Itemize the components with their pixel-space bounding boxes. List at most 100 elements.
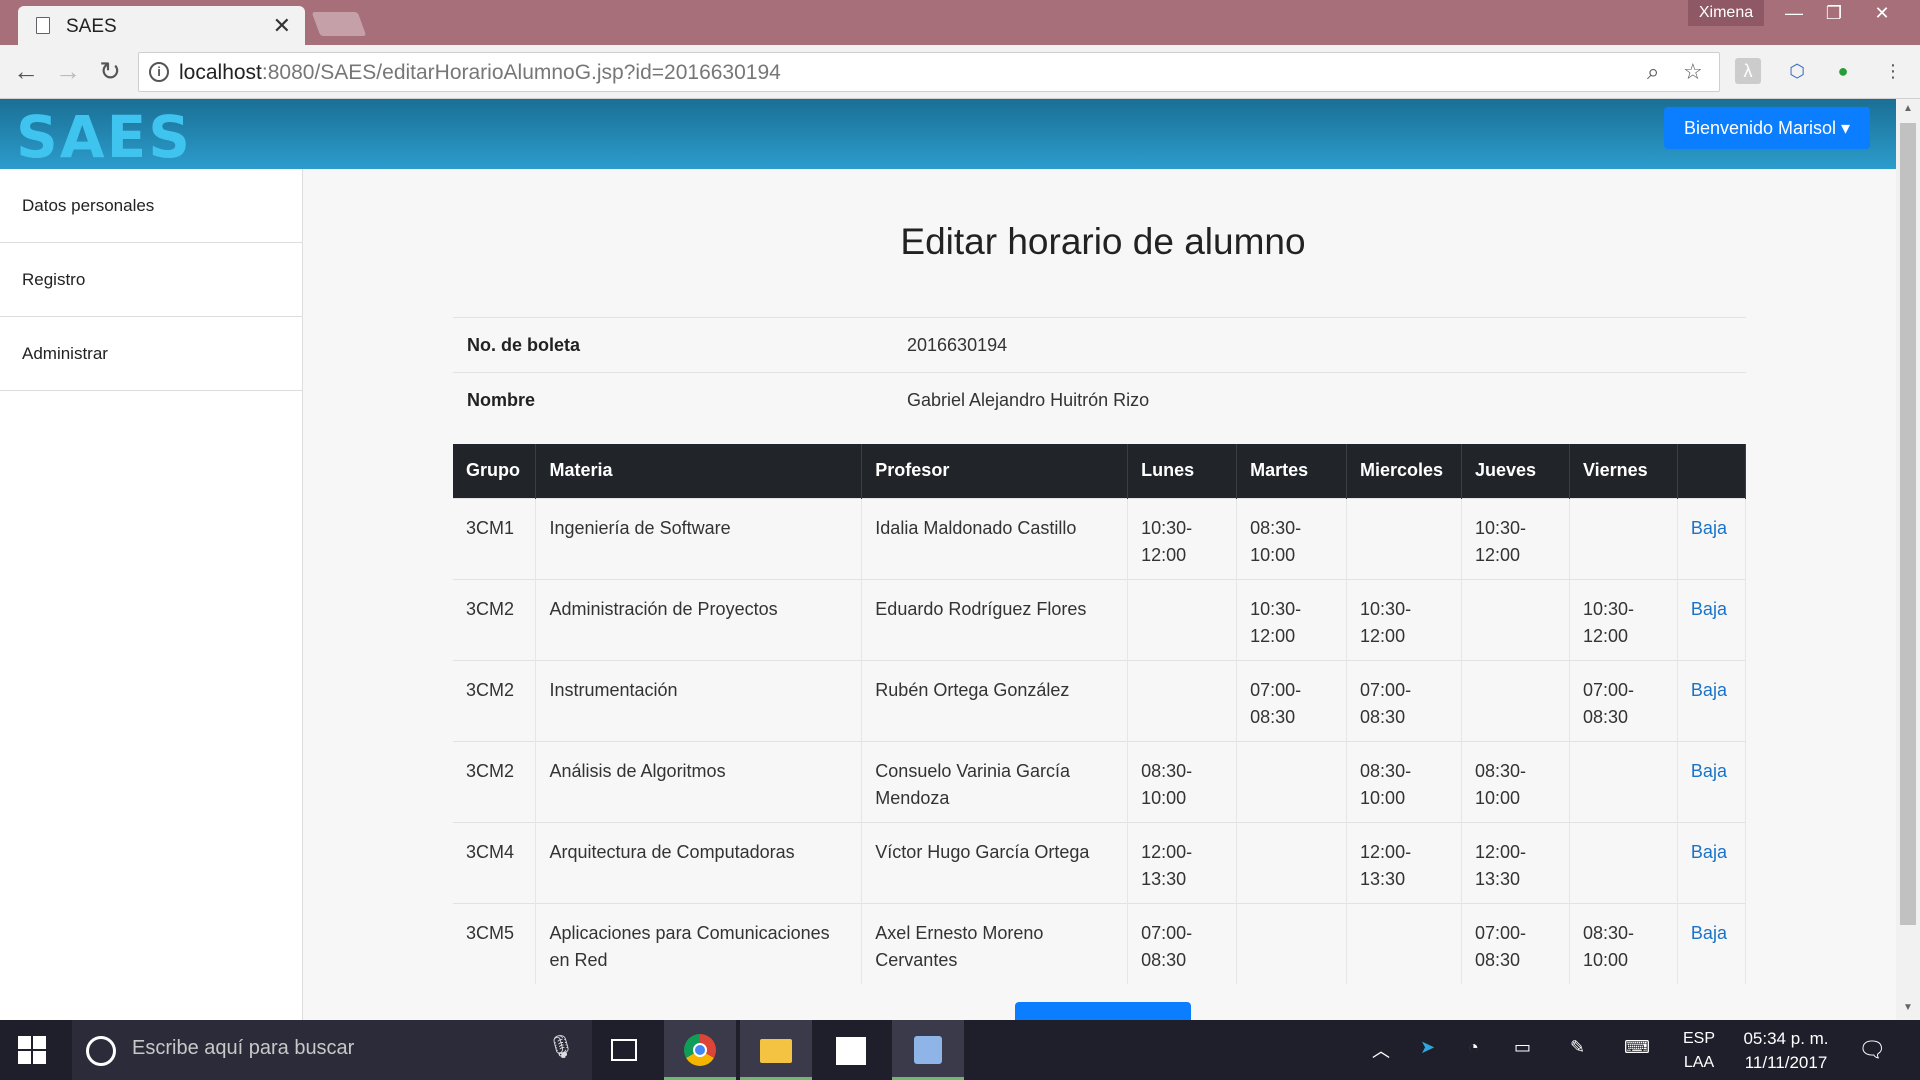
cell-materia: Ingeniería de Software bbox=[535, 497, 863, 579]
cell-jueves: 08:30- 10:00 bbox=[1461, 740, 1570, 822]
cell-martes bbox=[1236, 740, 1348, 822]
microphone-icon[interactable]: 🎙 bbox=[547, 1034, 575, 1060]
close-tab-icon[interactable]: ✕ bbox=[273, 13, 291, 39]
info-row: Nombre Gabriel Alejandro Huitrón Rizo bbox=[453, 372, 1746, 428]
pen-icon[interactable]: ✎ bbox=[1570, 1037, 1585, 1058]
lambda-extension-icon[interactable]: λ bbox=[1735, 58, 1761, 84]
windows-start-icon[interactable] bbox=[18, 1036, 46, 1064]
main-content: Editar horario de alumno No. de boleta 2… bbox=[303, 169, 1896, 1020]
taskbar-search-box[interactable]: Escribe aquí para buscar 🎙 bbox=[72, 1020, 592, 1080]
sidebar-item-datos-personales[interactable]: Datos personales bbox=[0, 169, 302, 243]
forward-icon[interactable]: → bbox=[50, 53, 86, 89]
scroll-up-icon[interactable]: ▲ bbox=[1896, 103, 1920, 114]
col-accion bbox=[1677, 444, 1747, 498]
cell-miercoles: 07:00- 08:30 bbox=[1346, 659, 1462, 741]
colors-extension-icon[interactable]: ● bbox=[1830, 58, 1856, 84]
menu-icon[interactable]: ⋮ bbox=[1880, 58, 1906, 84]
site-info-icon[interactable]: i bbox=[149, 62, 169, 82]
cell-grupo: 3CM4 bbox=[453, 821, 537, 903]
url-host: localhost bbox=[179, 61, 262, 84]
baja-link[interactable]: Baja bbox=[1677, 740, 1747, 822]
file-explorer-icon[interactable] bbox=[740, 1020, 812, 1080]
table-row: 3CM2 Análisis de Algoritmos Consuelo Varin… bbox=[453, 740, 1747, 822]
bookmark-star-icon[interactable]: ☆ bbox=[1683, 59, 1703, 85]
sidebar-item-administrar[interactable]: Administrar bbox=[0, 317, 302, 391]
browser-tab[interactable]: SAES ✕ bbox=[18, 6, 305, 45]
col-lunes: Lunes bbox=[1127, 444, 1238, 498]
cell-miercoles bbox=[1346, 902, 1462, 984]
cell-jueves: 07:00- 08:30 bbox=[1461, 902, 1570, 984]
schedule-table: Grupo Materia Profesor Lunes Martes Mier… bbox=[453, 444, 1747, 984]
show-hidden-icons-icon[interactable]: ︿ bbox=[1372, 1037, 1390, 1063]
app-cube-icon[interactable] bbox=[892, 1020, 964, 1080]
cell-jueves bbox=[1461, 659, 1570, 741]
submit-button[interactable] bbox=[1015, 1002, 1191, 1020]
store-icon[interactable] bbox=[816, 1020, 888, 1080]
cell-grupo: 3CM2 bbox=[453, 740, 537, 822]
clock-time: 05:34 p. m. bbox=[1743, 1029, 1829, 1048]
scroll-down-icon[interactable]: ▼ bbox=[1896, 1002, 1920, 1013]
cell-grupo: 3CM5 bbox=[453, 902, 537, 984]
zoom-icon[interactable]: ⌕ bbox=[1647, 59, 1659, 85]
minimize-icon[interactable]: — bbox=[1774, 0, 1814, 28]
cell-jueves: 10:30- 12:00 bbox=[1461, 497, 1570, 579]
cell-miercoles: 12:00- 13:30 bbox=[1346, 821, 1462, 903]
schedule-header-row: Grupo Materia Profesor Lunes Martes Mier… bbox=[453, 444, 1747, 498]
boleta-label: No. de boleta bbox=[453, 317, 893, 373]
task-view-icon[interactable] bbox=[588, 1020, 660, 1080]
cell-lunes: 10:30- 12:00 bbox=[1127, 497, 1238, 579]
col-materia: Materia bbox=[535, 444, 863, 498]
saes-logo[interactable]: SAES bbox=[16, 103, 192, 171]
cell-grupo: 3CM2 bbox=[453, 578, 537, 660]
page-scrollbar[interactable]: ▲ ▼ bbox=[1896, 99, 1920, 1020]
cortana-icon[interactable] bbox=[86, 1036, 116, 1066]
cell-profesor: Eduardo Rodríguez Flores bbox=[861, 578, 1129, 660]
table-row: 3CM2 Instrumentación Rubén Ortega González… bbox=[453, 659, 1747, 741]
sidebar-item-registro[interactable]: Registro bbox=[0, 243, 302, 317]
input-language[interactable]: ESP LAA bbox=[1683, 1027, 1715, 1075]
url-text: localhost:8080/SAES/editarHorarioAlumnoG… bbox=[179, 61, 781, 85]
baja-link[interactable]: Baja bbox=[1677, 902, 1747, 984]
taskbar-search-placeholder: Escribe aquí para buscar bbox=[132, 1037, 355, 1059]
reload-icon[interactable]: ↻ bbox=[92, 53, 128, 89]
new-tab-button[interactable] bbox=[311, 12, 367, 36]
cell-viernes: 07:00- 08:30 bbox=[1569, 659, 1678, 741]
col-miercoles: Miercoles bbox=[1346, 444, 1462, 498]
cell-miercoles bbox=[1346, 497, 1462, 579]
system-clock[interactable]: 05:34 p. m. 11/11/2017 bbox=[1738, 1027, 1834, 1075]
nombre-label: Nombre bbox=[453, 372, 893, 428]
sidebar: Datos personales Registro Administrar bbox=[0, 169, 303, 1020]
cube-extension-icon[interactable]: ⬡ bbox=[1784, 58, 1810, 84]
cell-profesor: Idalia Maldonado Castillo bbox=[861, 497, 1129, 579]
baja-link[interactable]: Baja bbox=[1677, 578, 1747, 660]
lang-top: ESP bbox=[1683, 1030, 1716, 1047]
cell-martes: 10:30- 12:00 bbox=[1236, 578, 1348, 660]
wifi-icon[interactable]: ◔ bbox=[1468, 1037, 1479, 1058]
back-icon[interactable]: ← bbox=[8, 53, 44, 89]
baja-link[interactable]: Baja bbox=[1677, 497, 1747, 579]
cell-martes bbox=[1236, 821, 1348, 903]
scroll-thumb[interactable] bbox=[1900, 123, 1916, 925]
cell-profesor: Rubén Ortega González bbox=[861, 659, 1129, 741]
keyboard-icon[interactable]: ⌨ bbox=[1624, 1037, 1650, 1058]
address-bar[interactable]: i localhost:8080/SAES/editarHorarioAlumn… bbox=[138, 52, 1720, 92]
cell-materia: Aplicaciones para Comunicaciones en Red bbox=[535, 902, 863, 984]
cell-jueves: 12:00- 13:30 bbox=[1461, 821, 1570, 903]
restore-icon[interactable]: ❐ bbox=[1814, 0, 1854, 28]
col-jueves: Jueves bbox=[1461, 444, 1570, 498]
schedule-body: 3CM1 Ingeniería de Software Idalia Maldona… bbox=[453, 497, 1747, 984]
profile-badge[interactable]: Ximena bbox=[1688, 0, 1764, 26]
baja-link[interactable]: Baja bbox=[1677, 821, 1747, 903]
info-row: No. de boleta 2016630194 bbox=[453, 317, 1746, 373]
close-window-icon[interactable]: ✕ bbox=[1862, 0, 1902, 28]
col-profesor: Profesor bbox=[861, 444, 1129, 498]
user-menu-button[interactable]: Bienvenido Marisol ▾ bbox=[1664, 107, 1870, 149]
telegram-icon[interactable]: ➤ bbox=[1420, 1037, 1435, 1058]
chrome-icon[interactable] bbox=[664, 1020, 736, 1080]
cell-lunes: 07:00- 08:30 bbox=[1127, 902, 1238, 984]
notifications-icon[interactable]: 🗨 bbox=[1858, 1037, 1886, 1063]
baja-link[interactable]: Baja bbox=[1677, 659, 1747, 741]
battery-icon[interactable]: ▭ bbox=[1514, 1037, 1531, 1058]
page-icon bbox=[36, 17, 50, 34]
cell-profesor: Víctor Hugo García Ortega bbox=[861, 821, 1129, 903]
